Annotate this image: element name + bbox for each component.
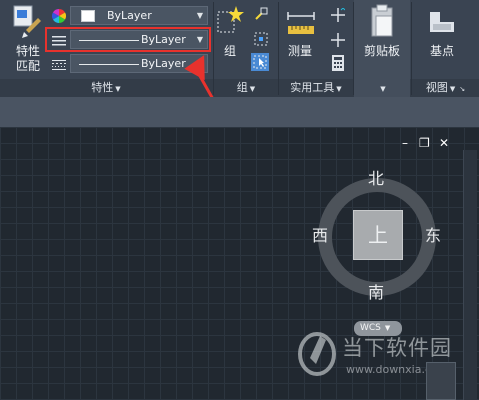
close-button[interactable]: ✕ xyxy=(439,137,449,149)
linetype-highlight-box xyxy=(45,27,211,52)
restore-button[interactable]: ❐ xyxy=(419,137,430,149)
lineweight-preview xyxy=(79,64,139,65)
utilities-panel-label[interactable]: 实用工具 ▼ xyxy=(279,79,353,97)
chevron-down-icon: ▼ xyxy=(196,11,203,20)
chevron-down-icon: ▼ xyxy=(384,324,391,332)
base-point-label[interactable]: 基点 xyxy=(430,44,454,59)
clipboard-panel-label[interactable]: ▼ xyxy=(354,79,410,97)
wcs-menu[interactable]: WCS ▼ xyxy=(354,321,402,336)
panel-expand-icon: ▼ xyxy=(336,85,342,93)
view-panel-text: 视图 xyxy=(425,81,448,94)
group-icon[interactable] xyxy=(216,4,244,40)
base-point-icon[interactable] xyxy=(428,10,456,40)
compass-north[interactable]: 北 xyxy=(368,170,384,188)
group-edit-icon[interactable] xyxy=(254,31,268,50)
match-properties-label[interactable]: 特性 匹配 xyxy=(16,44,46,74)
compass-east[interactable]: 东 xyxy=(425,227,441,245)
view-panel-label[interactable]: 视图 ▼ ↘ xyxy=(412,79,479,97)
file-tab-strip xyxy=(0,97,479,127)
ungroup-icon[interactable] xyxy=(254,6,268,25)
clipboard-icon[interactable] xyxy=(370,4,394,42)
compass-west[interactable]: 西 xyxy=(312,227,328,245)
ribbon: 特性 匹配 ByLayer ▼ ByLayer ▼ ByLayer 特性 ▼ 组… xyxy=(0,0,479,166)
clipboard-label[interactable]: 剪贴板 xyxy=(364,44,400,59)
utilities-panel-text: 实用工具 xyxy=(290,81,335,94)
lineweight-icon xyxy=(52,57,66,76)
minimize-button[interactable]: – xyxy=(402,137,408,149)
quick-select-icon[interactable] xyxy=(331,7,346,26)
color-wheel-icon xyxy=(52,8,66,27)
match-properties-icon[interactable] xyxy=(12,4,42,44)
panel-expand-icon: ▼ xyxy=(115,85,121,93)
panel-dialog-launcher-icon[interactable]: ↘ xyxy=(459,85,465,93)
watermark-title: 当下软件园 xyxy=(342,336,452,360)
wcs-label: WCS xyxy=(360,323,381,333)
point-icon[interactable] xyxy=(331,32,345,51)
compass-south[interactable]: 南 xyxy=(368,284,384,302)
navigation-bar-stub[interactable] xyxy=(426,362,456,400)
color-value: ByLayer xyxy=(107,9,152,22)
color-dropdown[interactable]: ByLayer ▼ xyxy=(70,6,208,25)
measure-icon[interactable] xyxy=(286,10,316,42)
vertical-scrollbar[interactable] xyxy=(463,150,477,400)
panel-expand-icon: ▼ xyxy=(449,85,456,93)
watermark-logo-icon xyxy=(298,332,336,376)
viewcube-face-label: 上 xyxy=(368,223,388,247)
properties-panel-text: 特性 xyxy=(91,81,114,94)
calculator-icon[interactable] xyxy=(332,55,344,75)
viewcube-face[interactable]: 上 xyxy=(353,210,403,260)
color-swatch xyxy=(81,10,95,22)
measure-button-label[interactable]: 测量 xyxy=(288,44,312,59)
panel-expand-icon: ▼ xyxy=(380,85,386,93)
